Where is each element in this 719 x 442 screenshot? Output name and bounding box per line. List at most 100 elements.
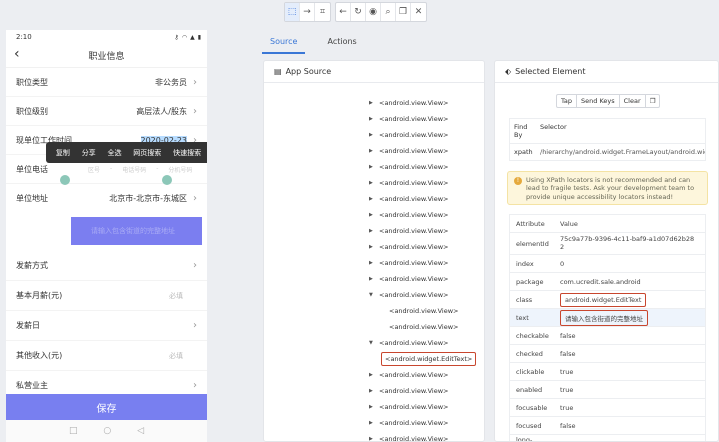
row-company-address[interactable]: 单位地址 北京市-北京市-东城区 ›	[6, 184, 207, 213]
send-keys-button[interactable]: Send Keys	[577, 95, 620, 107]
tree-node[interactable]: ▶ <android.view.View>	[264, 159, 484, 175]
tree-node[interactable]: ▶ <android.view.View>	[264, 415, 484, 431]
tree-node[interactable]: ▼ <android.view.View>	[264, 335, 484, 351]
tree-node-label: <android.view.View>	[379, 259, 449, 267]
caret-right-icon[interactable]: ▶	[369, 212, 379, 218]
caret-down-icon[interactable]: ▼	[369, 292, 379, 298]
attribute-row: enabled true	[510, 381, 705, 399]
phone-sub-fields: 区号 - 电话号码 - 分机号码	[88, 165, 192, 174]
tree-node[interactable]: ▶ <android.view.View>	[264, 175, 484, 191]
chevron-left-icon[interactable]: ‹	[14, 46, 20, 62]
show-hide-button[interactable]: ◉	[366, 3, 381, 21]
attribute-row: package com.ucredit.sale.android	[510, 273, 705, 291]
address-detail-input[interactable]: 请输入包含街道的完整地址	[71, 217, 202, 245]
tab-source[interactable]: Source	[262, 34, 306, 54]
caret-right-icon[interactable]: ▶	[369, 132, 379, 138]
caret-right-icon[interactable]: ▶	[369, 196, 379, 202]
key-icon: ⚷	[174, 33, 179, 41]
menu-select-all[interactable]: 全选	[107, 148, 121, 158]
device-screenshot[interactable]: 2:10 ⚷ ◠ ▲ ▮ ‹ 职业信息 职位类型 非公务员 › 职位级别 高层法…	[6, 30, 207, 442]
tree-node[interactable]: ▶ <android.view.View>	[264, 143, 484, 159]
select-elements-button[interactable]: ⬚	[285, 3, 300, 21]
tree-node[interactable]: ▶ <android.view.View>	[264, 95, 484, 111]
caret-right-icon[interactable]: ▶	[369, 404, 379, 410]
caret-right-icon[interactable]: ▶	[369, 372, 379, 378]
caret-right-icon[interactable]: ▶	[369, 276, 379, 282]
menu-quick-search[interactable]: 快速搜索	[173, 148, 201, 158]
row-salary-method[interactable]: 发薪方式 ›	[6, 251, 207, 281]
tree-node[interactable]: ▶ <android.view.View>	[264, 127, 484, 143]
quit-button[interactable]: ✕	[411, 3, 426, 21]
caret-right-icon[interactable]: ▶	[369, 164, 379, 170]
tree-node[interactable]: <android.view.View>	[264, 319, 484, 335]
tree-node-label: <android.view.View>	[379, 131, 449, 139]
caret-down-icon[interactable]: ▼	[369, 340, 379, 346]
caret-right-icon[interactable]: ▶	[369, 180, 379, 186]
tree-node[interactable]: ▶ <android.view.View>	[264, 207, 484, 223]
caret-right-icon[interactable]: ▶	[369, 100, 379, 106]
caret-right-icon[interactable]: ▶	[369, 244, 379, 250]
tree-node[interactable]: ▶ <android.view.View>	[264, 191, 484, 207]
tree-node[interactable]: ▶ <android.view.View>	[264, 399, 484, 415]
menu-web-search[interactable]: 网页搜索	[133, 148, 161, 158]
selector-value[interactable]: /hierarchy/android.widget.FrameLayout/an…	[536, 144, 705, 160]
row-job-type[interactable]: 职位类型 非公务员 ›	[6, 68, 207, 97]
home-icon[interactable]: ○	[103, 426, 111, 436]
caret-right-icon[interactable]: ▶	[369, 388, 379, 394]
tree-node[interactable]: <android.widget.EditText>	[264, 351, 484, 367]
menu-share[interactable]: 分享	[82, 148, 96, 158]
refresh-button[interactable]: ↻	[351, 3, 366, 21]
tree-node[interactable]: <android.view.View>	[264, 303, 484, 319]
row-other-income[interactable]: 其他收入(元) 必填	[6, 341, 207, 371]
tree-node[interactable]: ▶ <android.view.View>	[264, 271, 484, 287]
tree-node[interactable]: ▶ <android.view.View>	[264, 367, 484, 383]
attribute-name: focusable	[516, 403, 548, 412]
back-triangle-icon[interactable]: ◁	[137, 426, 144, 436]
selection-handle-right[interactable]	[162, 175, 172, 185]
recents-icon[interactable]: □	[69, 426, 78, 436]
attribute-value: 75c9a77b-9396-4c11-baf9-a1d07d62b282	[560, 235, 695, 251]
caret-right-icon[interactable]: ▶	[369, 228, 379, 234]
wifi-icon: ◠	[181, 33, 188, 41]
tree-node[interactable]: ▶ <android.view.View>	[264, 383, 484, 399]
tree-node[interactable]: ▶ <android.view.View>	[264, 111, 484, 127]
row-job-level[interactable]: 职位级别 高层法人/股东 ›	[6, 97, 207, 126]
row-label: 其他收入(元)	[16, 351, 63, 360]
tree-node[interactable]: ▶ <android.view.View>	[264, 431, 484, 441]
row-placeholder[interactable]: 必填	[169, 291, 183, 301]
caret-right-icon[interactable]: ▶	[369, 420, 379, 426]
back-button[interactable]: ←	[336, 3, 351, 21]
tree-node[interactable]: ▶ <android.view.View>	[264, 239, 484, 255]
tap-button[interactable]: Tap	[557, 95, 578, 107]
attribute-name: package	[516, 277, 544, 286]
tree-node-label: <android.view.View>	[389, 307, 459, 315]
swipe-button[interactable]: →	[300, 3, 315, 21]
copy-icon: ❐	[398, 7, 408, 17]
extension-input[interactable]: 分机号码	[168, 165, 192, 174]
area-code-input[interactable]: 区号	[88, 165, 100, 174]
clear-button[interactable]: Clear	[620, 95, 646, 107]
tree-node[interactable]: ▶ <android.view.View>	[264, 255, 484, 271]
search-button[interactable]: ⌕	[381, 3, 396, 21]
chevron-right-icon: ›	[193, 193, 197, 204]
tap-by-coordinates-icon: ⌗	[319, 7, 326, 17]
phone-number-input[interactable]: 电话号码	[122, 165, 146, 174]
copy-attributes-icon[interactable]: ❐	[646, 95, 660, 107]
tree-node[interactable]: ▶ <android.view.View>	[264, 223, 484, 239]
tab-actions[interactable]: Actions	[319, 34, 364, 54]
row-base-salary[interactable]: 基本月薪(元) 必填	[6, 281, 207, 311]
row-pay-day[interactable]: 发薪日 ›	[6, 311, 207, 341]
caret-right-icon[interactable]: ▶	[369, 116, 379, 122]
caret-right-icon[interactable]: ▶	[369, 436, 379, 441]
caret-right-icon[interactable]: ▶	[369, 148, 379, 154]
toolbar-nav-group: ← ↻ ◉ ⌕ ❐ ✕	[335, 2, 427, 22]
tap-coordinates-button[interactable]: ⌗	[315, 3, 330, 21]
caret-right-icon[interactable]: ▶	[369, 260, 379, 266]
copy-xml-button[interactable]: ❐	[396, 3, 411, 21]
chevron-right-icon: ›	[193, 320, 197, 331]
menu-copy[interactable]: 复制	[56, 148, 70, 158]
selection-handle-left[interactable]	[60, 175, 70, 185]
save-button[interactable]: 保存	[6, 394, 207, 420]
row-placeholder[interactable]: 必填	[169, 351, 183, 361]
tree-node[interactable]: ▼ <android.view.View>	[264, 287, 484, 303]
